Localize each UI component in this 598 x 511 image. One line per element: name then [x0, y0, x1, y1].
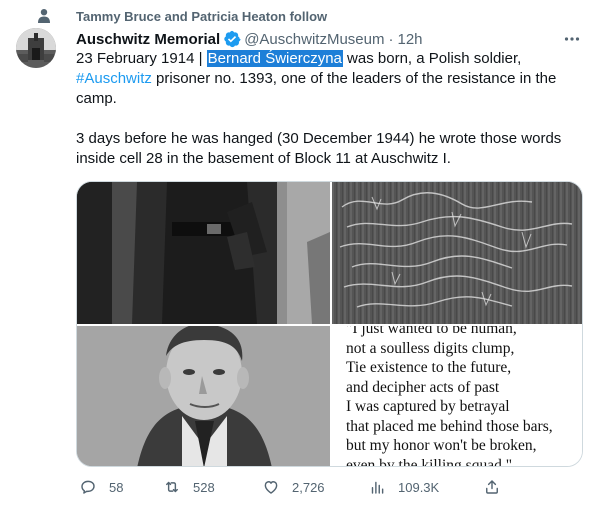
- poem-line: even by the killing squad.": [346, 456, 513, 467]
- reply-icon: [81, 480, 95, 494]
- analytics-icon: [371, 481, 384, 494]
- like-button[interactable]: 2,726: [262, 478, 325, 496]
- more-horizontal-icon: [564, 37, 580, 41]
- photo-soldier-image: [77, 182, 330, 324]
- share-icon: [486, 480, 498, 494]
- more-options-button[interactable]: [562, 29, 582, 49]
- poem-line: that placed me behind those bars,: [346, 417, 553, 435]
- like-count: 2,726: [292, 479, 325, 495]
- tweet-paragraph-1: 23 February 1914 | Bernard Świerczyna wa…: [76, 49, 586, 109]
- photo-portrait-image: [77, 326, 330, 466]
- reply-count: 58: [109, 479, 124, 495]
- reply-button[interactable]: 58: [79, 478, 123, 496]
- selected-text[interactable]: Bernard Świerczyna: [206, 50, 343, 67]
- poem-line: "I just wanted to be human,: [346, 326, 517, 337]
- heart-icon: [264, 481, 278, 494]
- photo-soldier[interactable]: [77, 182, 330, 324]
- person-icon: [38, 9, 50, 23]
- photo-inscription-image: [332, 182, 582, 324]
- text-segment: was born, a Polish soldier,: [342, 50, 522, 67]
- hashtag-link[interactable]: #Auschwitz: [76, 70, 152, 87]
- tweet-text: 23 February 1914 | Bernard Świerczyna wa…: [76, 49, 586, 169]
- verified-badge-icon: [224, 30, 241, 48]
- author-handle[interactable]: @AuschwitzMuseum: [244, 31, 384, 48]
- views-button[interactable]: 109.3K: [368, 478, 439, 496]
- action-bar: 58 528 2,726 109.3K: [76, 478, 516, 502]
- photo-cell-wall-inscription[interactable]: [332, 182, 582, 324]
- author-name[interactable]: Auschwitz Memorial: [76, 31, 220, 48]
- tweet-header: Auschwitz Memorial @AuschwitzMuseum · 12…: [76, 29, 582, 49]
- retweet-button[interactable]: 528: [163, 478, 215, 496]
- avatar-image: [16, 28, 56, 68]
- share-button[interactable]: [483, 478, 513, 496]
- tweet-paragraph-2: 3 days before he was hanged (30 December…: [76, 130, 562, 167]
- views-count: 109.3K: [398, 479, 440, 495]
- poem-line: and decipher acts of past: [346, 378, 500, 396]
- social-context[interactable]: Tammy Bruce and Patricia Heaton follow: [38, 9, 328, 24]
- retweet-count: 528: [193, 479, 215, 495]
- poem-line: not a soulless digits clump,: [346, 339, 515, 357]
- retweet-icon: [166, 481, 178, 493]
- photo-portrait[interactable]: [77, 326, 330, 466]
- avatar[interactable]: [16, 28, 56, 68]
- tweet-timestamp[interactable]: 12h: [397, 31, 422, 48]
- poem-line: I was captured by betrayal: [346, 398, 510, 415]
- poem-line: but my honor won't be broken,: [346, 437, 537, 454]
- poem-line: Tie existence to the future,: [346, 359, 512, 376]
- separator-dot: ·: [388, 30, 394, 48]
- poem-image[interactable]: "I just wanted to be human, not a soulle…: [332, 326, 582, 467]
- media-grid: "I just wanted to be human, not a soulle…: [76, 181, 583, 467]
- poem-text: "I just wanted to be human, not a soulle…: [346, 326, 553, 467]
- text-date: 23 February 1914 |: [76, 50, 207, 67]
- social-context-text: Tammy Bruce and Patricia Heaton follow: [76, 9, 328, 24]
